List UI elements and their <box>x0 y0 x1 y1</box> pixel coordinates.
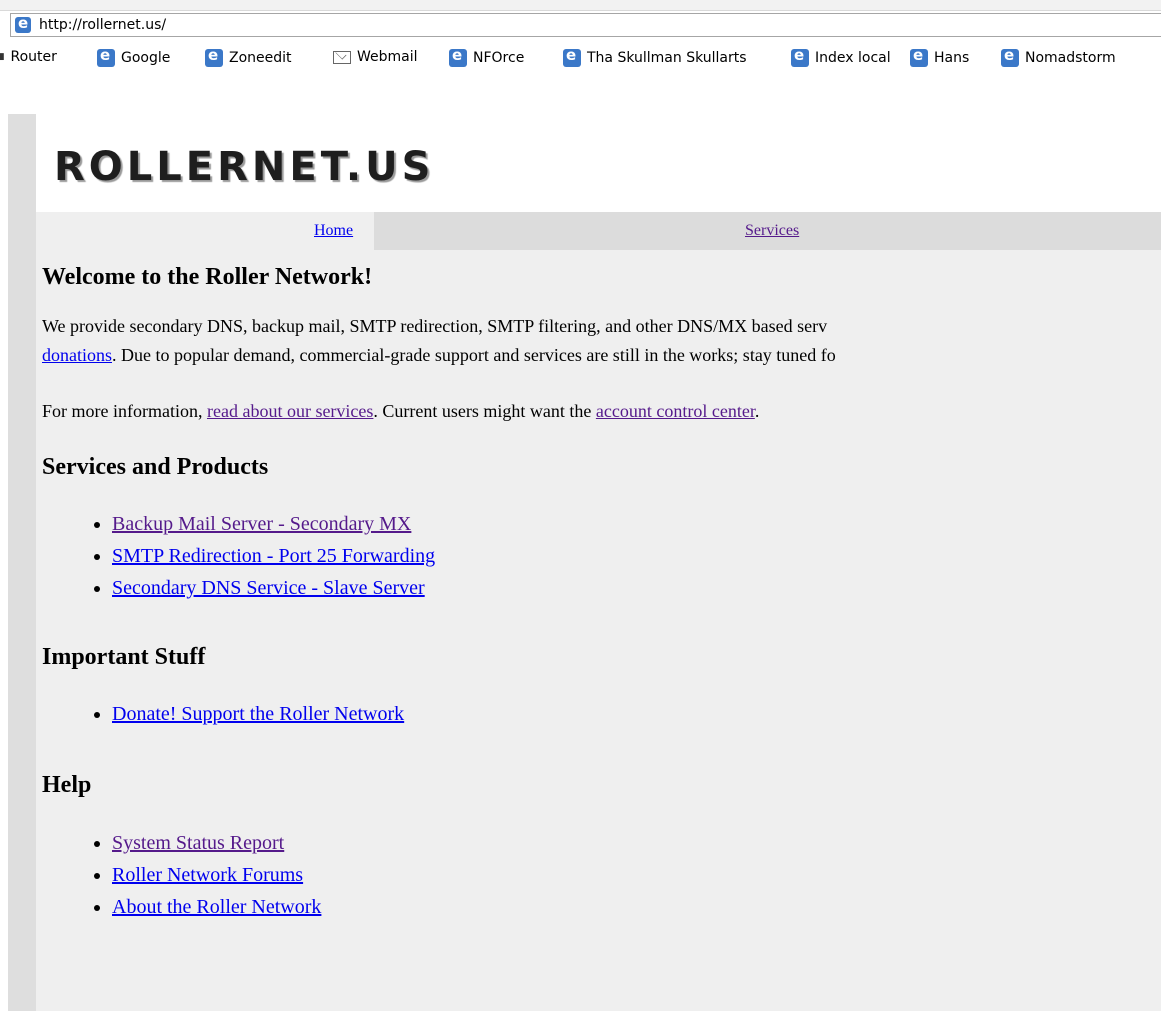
important-heading: Important Stuff <box>42 644 206 670</box>
link-label: Nomadstorm <box>1025 50 1116 66</box>
nav-home-link[interactable]: Home <box>314 222 353 240</box>
links-bar: ■ Router Google Zoneedit Webmail NFOrce … <box>0 44 1161 74</box>
intro-text: We provide secondary DNS, backup mail, S… <box>42 316 828 336</box>
list-item: Donate! Support the Roller Network <box>112 698 404 730</box>
link-label: Index local <box>815 50 891 66</box>
header: ROLLERNET.US <box>36 114 1161 212</box>
important-list: Donate! Support the Roller Network <box>76 698 404 730</box>
link-webmail[interactable]: Webmail <box>333 49 418 65</box>
list-item: Secondary DNS Service - Slave Server <box>112 572 435 604</box>
address-bar: http://rollernet.us/ <box>0 0 1161 45</box>
info-paragraph: For more information, read about our ser… <box>42 397 759 426</box>
secondary-dns-link[interactable]: Secondary DNS Service - Slave Server <box>112 577 425 599</box>
link-nforce[interactable]: NFOrce <box>449 46 525 67</box>
read-services-link[interactable]: read about our services <box>207 401 373 421</box>
forums-link[interactable]: Roller Network Forums <box>112 864 303 886</box>
toolbar-strip <box>0 0 1161 11</box>
page-content: ROLLERNET.US Home Services Welcome to th… <box>36 114 1161 1011</box>
page-icon <box>15 14 31 33</box>
link-hans[interactable]: Hans <box>910 46 970 67</box>
ie-icon <box>1001 46 1019 67</box>
web-page: ROLLERNET.US Home Services Welcome to th… <box>0 74 1161 1011</box>
info-text-end: . <box>754 401 760 421</box>
help-heading: Help <box>42 772 92 798</box>
nav-bar: Home Services <box>36 212 1161 250</box>
link-label: Hans <box>934 50 970 66</box>
services-list: Backup Mail Server - Secondary MX SMTP R… <box>76 508 435 604</box>
link-label: Router <box>10 49 57 65</box>
ie-icon <box>910 46 928 67</box>
link-label: Zoneedit <box>229 50 292 66</box>
donate-link[interactable]: Donate! Support the Roller Network <box>112 703 404 725</box>
list-item: SMTP Redirection - Port 25 Forwarding <box>112 540 435 572</box>
welcome-heading: Welcome to the Roller Network! <box>42 264 373 290</box>
link-label: NFOrce <box>473 50 525 66</box>
nav-services-link[interactable]: Services <box>745 222 799 240</box>
ie-icon <box>449 46 467 67</box>
list-item: System Status Report <box>112 827 321 859</box>
link-label: Google <box>121 50 171 66</box>
site-logo: ROLLERNET.US <box>54 144 435 190</box>
system-status-link[interactable]: System Status Report <box>112 832 284 854</box>
list-item: Roller Network Forums <box>112 859 321 891</box>
link-google[interactable]: Google <box>97 46 171 67</box>
ie-icon <box>97 46 115 67</box>
url-field[interactable]: http://rollernet.us/ <box>10 13 1161 37</box>
left-margin-bar <box>8 114 36 1011</box>
backup-mail-link[interactable]: Backup Mail Server - Secondary MX <box>112 513 411 535</box>
services-heading: Services and Products <box>42 454 269 480</box>
list-item: Backup Mail Server - Secondary MX <box>112 508 435 540</box>
donations-link[interactable]: donations <box>42 345 112 365</box>
bookmark-icon: ■ <box>0 52 5 62</box>
ie-icon <box>563 46 581 67</box>
list-item: About the Roller Network <box>112 891 321 923</box>
url-text[interactable]: http://rollernet.us/ <box>39 17 166 33</box>
link-index-local[interactable]: Index local <box>791 46 891 67</box>
envelope-icon <box>333 50 351 64</box>
info-text: For more information, <box>42 401 207 421</box>
smtp-redirection-link[interactable]: SMTP Redirection - Port 25 Forwarding <box>112 545 435 567</box>
link-skullman[interactable]: Tha Skullman Skullarts <box>563 46 747 67</box>
help-list: System Status Report Roller Network Foru… <box>76 827 321 923</box>
info-text-mid: . Current users might want the <box>373 401 596 421</box>
link-router[interactable]: ■ Router <box>0 49 57 65</box>
account-control-link[interactable]: account control center <box>596 401 755 421</box>
link-label: Tha Skullman Skullarts <box>587 50 747 66</box>
ie-icon <box>205 46 223 67</box>
link-nomadstorm[interactable]: Nomadstorm <box>1001 46 1116 67</box>
intro-paragraph: We provide secondary DNS, backup mail, S… <box>42 312 836 370</box>
intro-text-2: . Due to popular demand, commercial-grad… <box>112 345 836 365</box>
ie-icon <box>791 46 809 67</box>
link-label: Webmail <box>357 49 418 65</box>
about-link[interactable]: About the Roller Network <box>112 896 321 918</box>
link-zoneedit[interactable]: Zoneedit <box>205 46 292 67</box>
